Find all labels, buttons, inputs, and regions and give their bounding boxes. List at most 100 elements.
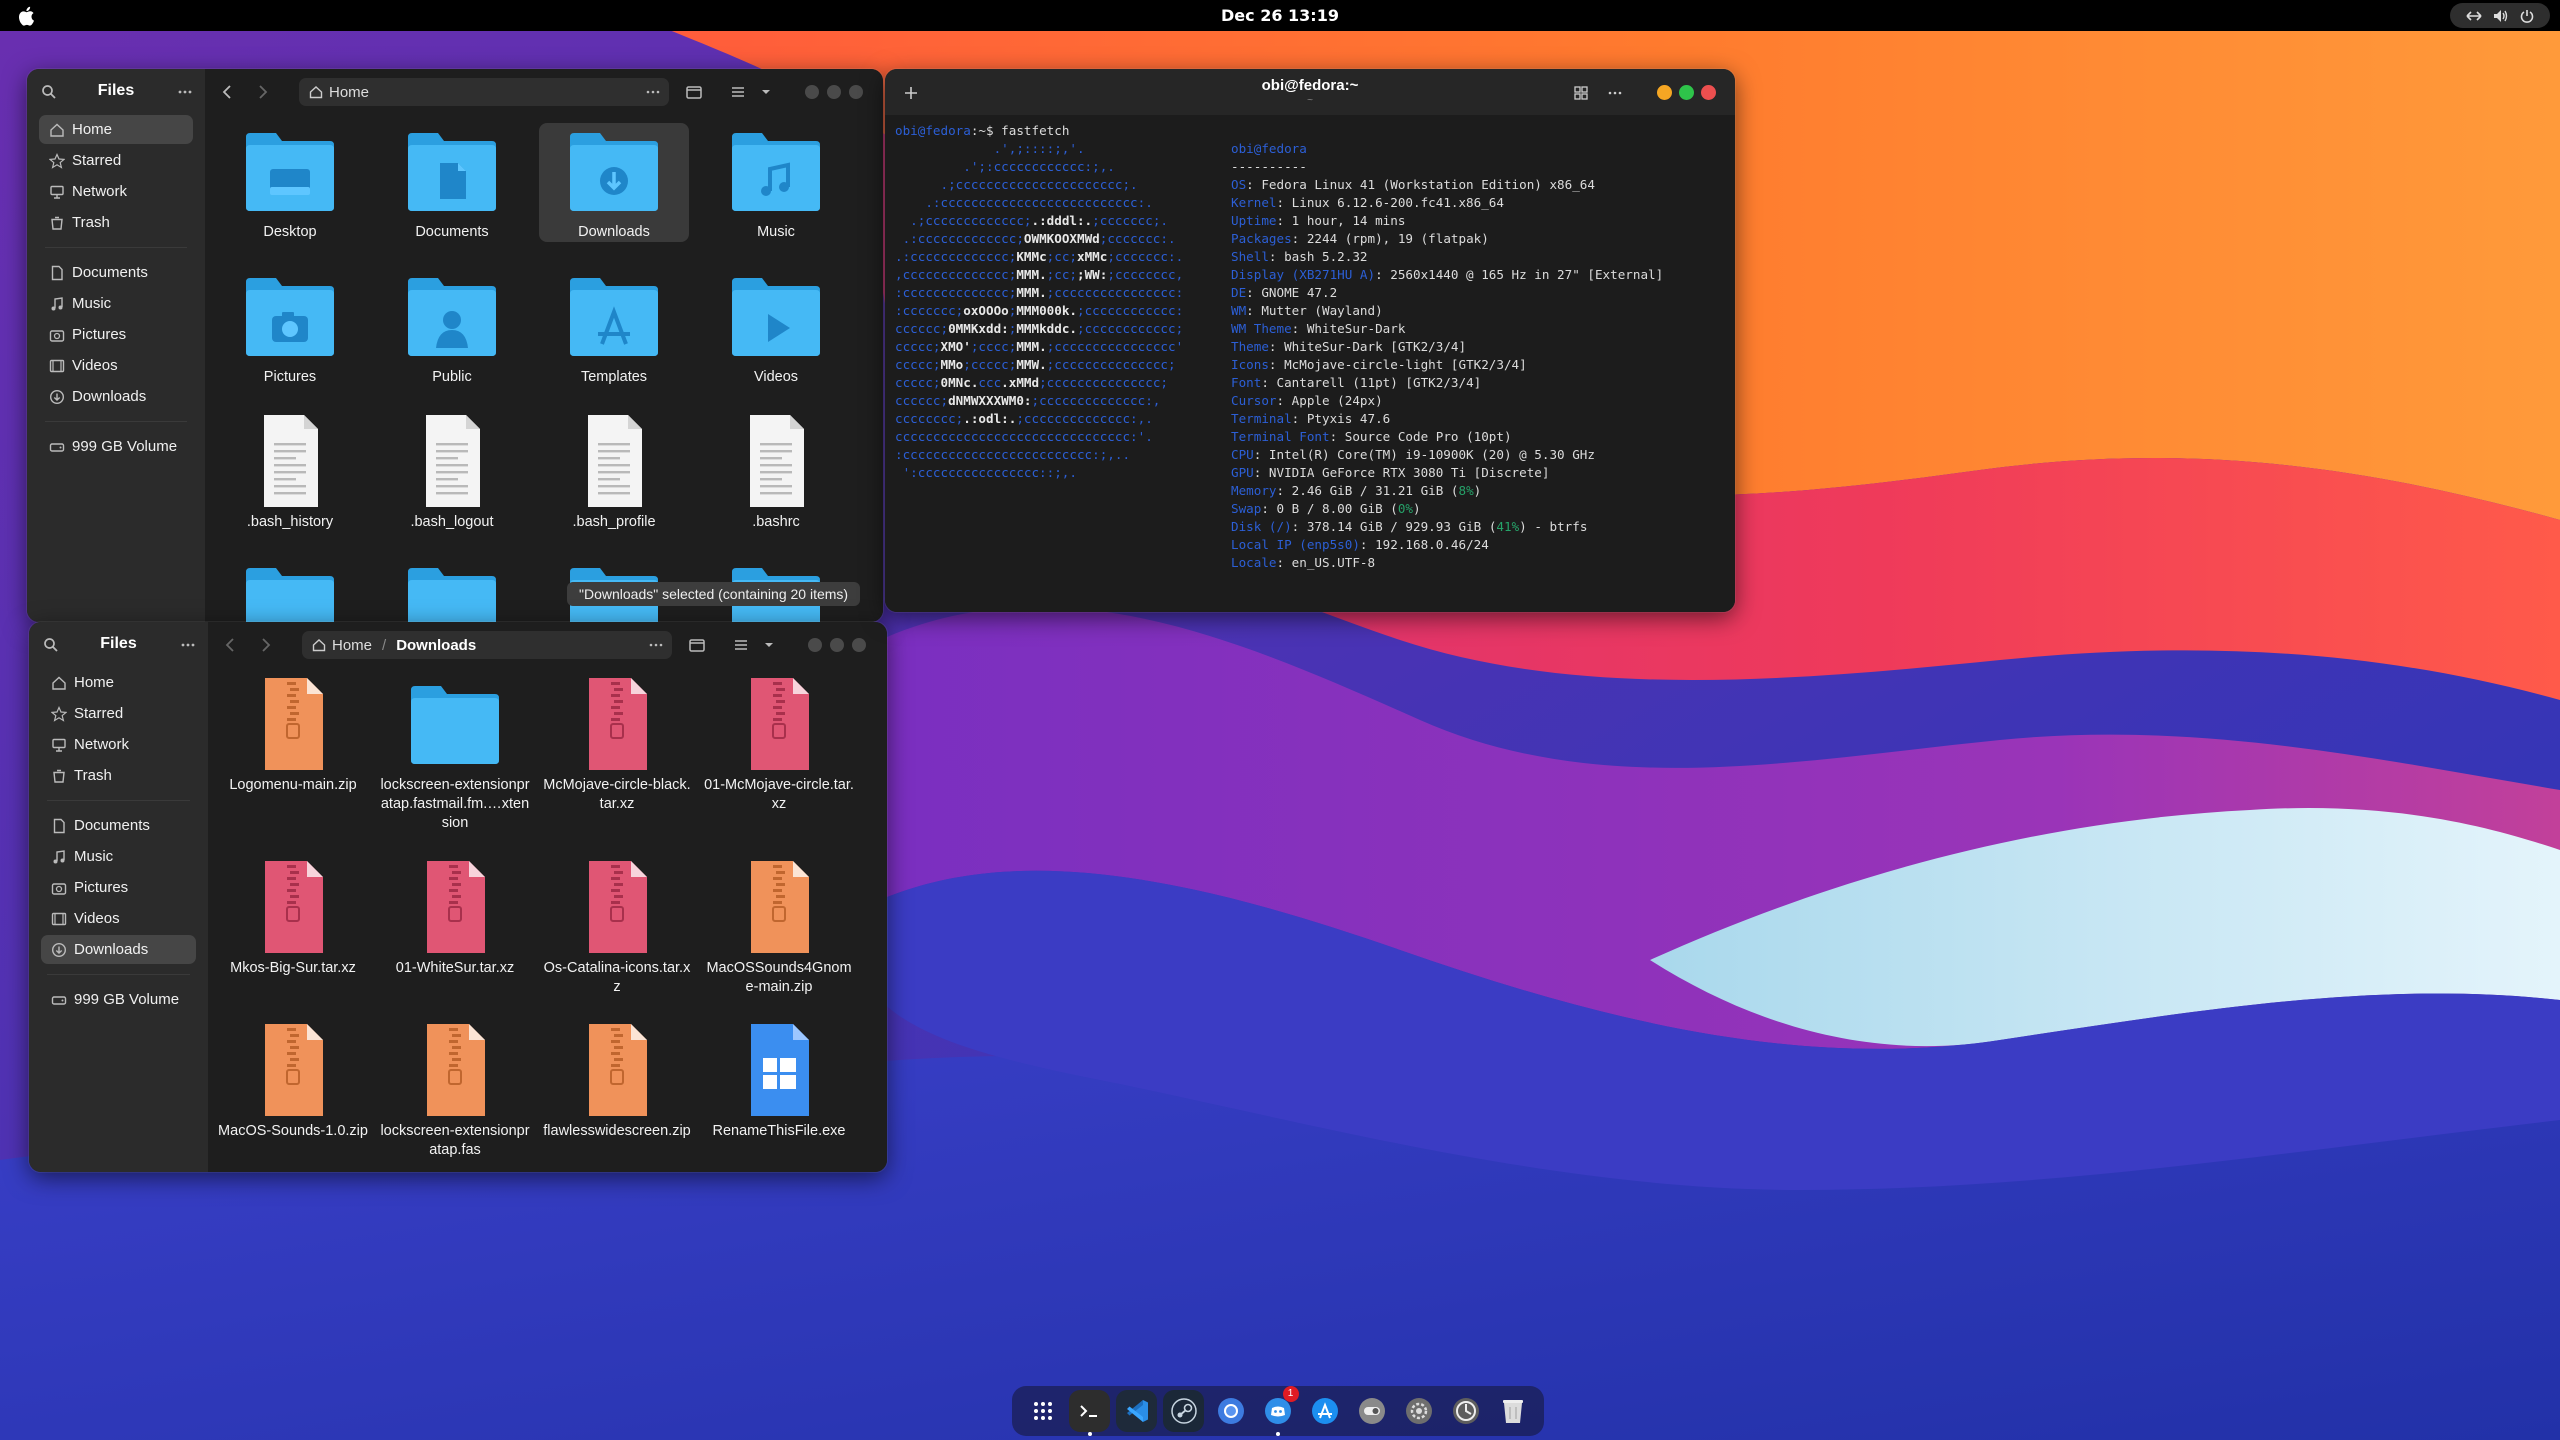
new-tab-icon[interactable] <box>685 83 703 101</box>
file-item[interactable]: .bash_logout <box>377 413 527 532</box>
file-item[interactable]: Documents <box>377 123 527 242</box>
system-tray[interactable] <box>2450 3 2550 28</box>
ascii-line: ccccc;MMo;ccccc;MMW.;ccccccccccccccc; <box>895 357 1176 372</box>
sidebar-item-network[interactable]: Network <box>39 177 193 206</box>
steam-icon[interactable] <box>1163 1390 1205 1432</box>
minimize-button[interactable] <box>1657 85 1672 100</box>
new-tab-icon[interactable] <box>688 636 706 654</box>
sidebar-item-999-gb-volume[interactable]: 999 GB Volume <box>39 432 193 461</box>
back-icon[interactable] <box>222 636 240 654</box>
breadcrumb-home[interactable]: Home <box>309 84 369 101</box>
chevron-down-icon[interactable] <box>757 83 775 101</box>
chromium-icon[interactable] <box>1210 1390 1251 1432</box>
window-controls[interactable] <box>808 638 866 652</box>
file-item[interactable]: Videos <box>701 268 851 387</box>
info-value: 2.46 GiB / 31.21 GiB ( <box>1291 483 1459 498</box>
terminal-output[interactable]: obi@fedora:~$ fastfetch .',;::::;,'. .';… <box>885 115 1735 612</box>
view-list-icon[interactable] <box>729 83 747 101</box>
sidebar-item-videos[interactable]: Videos <box>39 351 193 380</box>
clock[interactable]: Dec 26 13:19 <box>0 6 2560 25</box>
file-item[interactable]: Downloads <box>539 123 689 242</box>
sidebar-item-downloads[interactable]: Downloads <box>39 382 193 411</box>
close-button[interactable] <box>852 638 866 652</box>
sidebar-item-starred[interactable]: Starred <box>41 699 196 728</box>
more-menu-icon[interactable] <box>180 637 196 653</box>
close-button[interactable] <box>849 85 863 99</box>
view-list-icon[interactable] <box>732 636 750 654</box>
file-item[interactable]: Pictures <box>215 268 365 387</box>
sidebar-item-network[interactable]: Network <box>41 730 196 759</box>
ascii-line: cccccc;0MMKxdd:;MMMkddc.;cccccccccccc; <box>895 321 1184 336</box>
file-item[interactable]: MacOS-Sounds-1.0.zip <box>218 1022 368 1141</box>
file-item[interactable]: Logomenu-main.zip <box>218 676 368 795</box>
file-item[interactable]: Music <box>701 123 851 242</box>
settings-icon[interactable] <box>1399 1390 1440 1432</box>
file-item[interactable]: RenameThisFile.exe <box>704 1022 854 1141</box>
sidebar-item-documents[interactable]: Documents <box>41 811 196 840</box>
file-item[interactable] <box>215 558 365 622</box>
sidebar-item-999-gb-volume[interactable]: 999 GB Volume <box>41 985 196 1014</box>
maximize-button[interactable] <box>830 638 844 652</box>
file-item[interactable]: .bash_history <box>215 413 365 532</box>
sidebar-item-pictures[interactable]: Pictures <box>41 873 196 902</box>
minimize-button[interactable] <box>808 638 822 652</box>
trash-icon[interactable] <box>1493 1390 1534 1432</box>
sidebar-item-starred[interactable]: Starred <box>39 146 193 175</box>
breadcrumb-downloads[interactable]: Downloads <box>396 637 476 654</box>
minimize-button[interactable] <box>805 85 819 99</box>
terminal-icon[interactable] <box>1069 1390 1111 1436</box>
maximize-button[interactable] <box>1679 85 1694 100</box>
vscode-icon[interactable] <box>1116 1390 1158 1432</box>
sidebar-item-music[interactable]: Music <box>41 842 196 871</box>
sidebar-item-trash[interactable]: Trash <box>41 761 196 790</box>
chevron-down-icon[interactable] <box>760 636 778 654</box>
file-item[interactable]: Public <box>377 268 527 387</box>
file-item[interactable]: Desktop <box>215 123 365 242</box>
maximize-button[interactable] <box>827 85 841 99</box>
file-item[interactable]: .bashrc <box>701 413 851 532</box>
more-menu-icon[interactable] <box>177 84 193 100</box>
app-grid-icon[interactable] <box>1022 1390 1063 1432</box>
discord-icon[interactable]: 1 <box>1257 1386 1299 1436</box>
sidebar-item-trash[interactable]: Trash <box>39 208 193 237</box>
file-label: Downloads <box>578 224 650 240</box>
file-item[interactable]: Mkos-Big-Sur.tar.xz <box>218 859 368 978</box>
more-menu-icon[interactable] <box>1607 85 1623 101</box>
file-item[interactable]: lockscreen-extensionpratap.fas <box>380 1022 530 1160</box>
archive-icon <box>589 678 647 770</box>
back-icon[interactable] <box>219 83 237 101</box>
path-menu-icon[interactable] <box>645 84 661 100</box>
breadcrumb-home[interactable]: Home <box>312 637 372 654</box>
file-item[interactable]: flawlesswidescreen.zip <box>542 1022 692 1141</box>
sidebar-item-pictures[interactable]: Pictures <box>39 320 193 349</box>
path-bar[interactable]: Home / Downloads <box>302 631 672 659</box>
file-item[interactable]: Templates <box>539 268 689 387</box>
forward-icon[interactable] <box>256 636 274 654</box>
toggle-icon[interactable] <box>1352 1390 1393 1432</box>
app-store-icon[interactable] <box>1305 1390 1346 1432</box>
sidebar-item-home[interactable]: Home <box>39 115 193 144</box>
path-bar[interactable]: Home <box>299 78 669 106</box>
sidebar-item-documents[interactable]: Documents <box>39 258 193 287</box>
file-item[interactable]: 01-McMojave-circle.tar.xz <box>704 676 854 814</box>
file-item[interactable] <box>377 558 527 622</box>
file-item[interactable]: 01-WhiteSur.tar.xz <box>380 859 530 978</box>
system-icon[interactable] <box>1446 1390 1487 1432</box>
info-separator: ---------- <box>1231 159 1307 174</box>
file-item[interactable]: lockscreen-extensionpratap.fastmail.fm.…… <box>380 676 530 833</box>
window-controls[interactable] <box>805 85 863 99</box>
forward-icon[interactable] <box>253 83 271 101</box>
path-menu-icon[interactable] <box>648 637 664 653</box>
file-item[interactable]: .bash_profile <box>539 413 689 532</box>
file-item[interactable]: MacOSSounds4Gnome-main.zip <box>704 859 854 997</box>
file-item[interactable]: Os-Catalina-icons.tar.xz <box>542 859 692 997</box>
sidebar-item-downloads[interactable]: Downloads <box>41 935 196 964</box>
close-button[interactable] <box>1701 85 1716 100</box>
sidebar-item-music[interactable]: Music <box>39 289 193 318</box>
file-item[interactable]: McMojave-circle-black.tar.xz <box>542 676 692 814</box>
info-key: Font <box>1231 375 1262 390</box>
sidebar-item-videos[interactable]: Videos <box>41 904 196 933</box>
tab-overview-icon[interactable] <box>1573 85 1589 101</box>
sidebar-item-home[interactable]: Home <box>41 668 196 697</box>
info-value: WhiteSur-Dark <box>1306 321 1406 336</box>
